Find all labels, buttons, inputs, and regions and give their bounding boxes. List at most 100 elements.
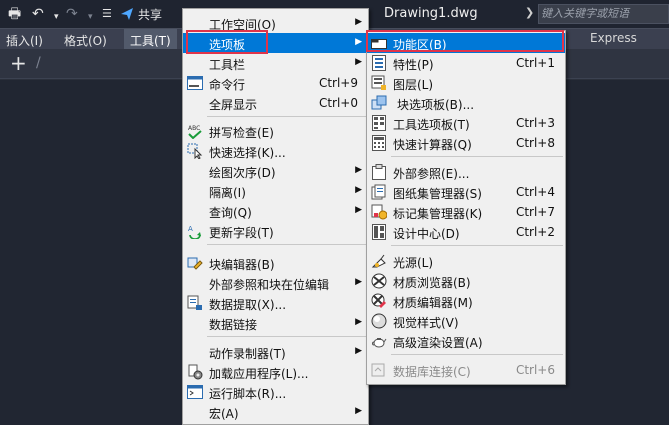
- menu-item-external-references[interactable]: 外部参照(E)...: [367, 162, 565, 182]
- menu-item-shortcut: Ctrl+1: [515, 56, 555, 70]
- menu-item-isolate[interactable]: 隔离(I) ▶: [183, 181, 368, 201]
- menu-item-markup-set-manager[interactable]: 标记集管理器(K) Ctrl+7: [367, 202, 565, 222]
- menu-item-data-links[interactable]: 数据链接 ▶: [183, 313, 368, 333]
- menu-item-label: 更新字段(T): [209, 226, 274, 240]
- menu-format[interactable]: 格式(O): [64, 32, 107, 49]
- menu-separator: [391, 245, 563, 246]
- menu-item-block-editor[interactable]: 块编辑器(B): [183, 253, 368, 273]
- menu-item-label: 运行脚本(R)...: [209, 387, 287, 401]
- menu-item-tool-palettes[interactable]: 工具选项板(T) Ctrl+3: [367, 113, 565, 133]
- menu-separator: [207, 116, 366, 117]
- menu-item-label: 数据库连接(C): [393, 365, 471, 379]
- menu-item-label: 数据提取(X)...: [209, 298, 287, 312]
- menu-item-quick-select[interactable]: 快速选择(K)...: [183, 141, 368, 161]
- menu-item-blocks-palette[interactable]: 块选项板(B)...: [367, 93, 565, 113]
- menu-insert[interactable]: 插入(I): [6, 32, 43, 49]
- quick-access-menu-icon[interactable]: ☰: [102, 6, 112, 22]
- submenu-arrow-icon: ▶: [355, 165, 362, 175]
- menu-item-label: 绘图次序(D): [209, 166, 276, 180]
- menu-item-visual-styles[interactable]: 视觉样式(V): [367, 311, 565, 331]
- svg-text:A: A: [188, 225, 193, 233]
- undo-dropdown-icon[interactable]: ▾: [54, 9, 59, 25]
- materials-browser-icon: [371, 273, 387, 289]
- visual-styles-icon: [371, 313, 387, 329]
- menu-item-label: 宏(A): [209, 407, 239, 421]
- chevron-right-icon[interactable]: ❯: [525, 6, 534, 19]
- menu-item-sheet-set-manager[interactable]: 图纸集管理器(S) Ctrl+4: [367, 182, 565, 202]
- menu-item-action-recorder[interactable]: 动作录制器(T) ▶: [183, 342, 368, 362]
- menu-item-run-script[interactable]: 运行脚本(R)...: [183, 382, 368, 402]
- undo-icon[interactable]: ↶: [32, 6, 44, 22]
- menu-item-label: 快速计算器(Q): [393, 138, 472, 152]
- menu-item-label: 数据链接: [209, 318, 258, 332]
- submenu-arrow-icon: ▶: [355, 317, 362, 327]
- menu-item-macro[interactable]: 宏(A) ▶: [183, 402, 368, 422]
- share-label: 共享: [138, 7, 163, 22]
- run-script-icon: [187, 384, 203, 400]
- quick-select-icon: [187, 143, 203, 159]
- search-input[interactable]: 键入关键字或短语: [538, 4, 669, 24]
- properties-icon: [371, 55, 387, 71]
- menu-item-label: 动作录制器(T): [209, 347, 286, 361]
- load-application-icon: [187, 364, 203, 380]
- submenu-arrow-icon: ▶: [355, 17, 362, 27]
- menu-item-label: 光源(L): [393, 256, 434, 270]
- menu-item-label: 标记集管理器(K): [393, 207, 483, 221]
- menu-item-spell-check[interactable]: ABC 拼写检查(E): [183, 121, 368, 141]
- menu-item-data-extraction[interactable]: 数据提取(X)...: [183, 293, 368, 313]
- submenu-arrow-icon: ▶: [355, 277, 362, 287]
- menu-item-materials-editor[interactable]: 材质编辑器(M): [367, 291, 565, 311]
- redo-dropdown-icon[interactable]: ▾: [88, 9, 93, 25]
- print-icon[interactable]: 🖶: [8, 6, 21, 22]
- menu-item-inquiry[interactable]: 查询(Q) ▶: [183, 201, 368, 221]
- markup-set-icon: [371, 204, 387, 220]
- menu-item-toolbars[interactable]: 工具栏 ▶: [183, 53, 368, 73]
- menu-item-design-center[interactable]: 设计中心(D) Ctrl+2: [367, 222, 565, 242]
- calculator-icon: [371, 135, 387, 151]
- menu-item-ribbon[interactable]: 功能区(B): [367, 33, 565, 53]
- spell-check-icon: ABC: [187, 123, 203, 139]
- submenu-arrow-icon: ▶: [355, 37, 362, 47]
- submenu-arrow-icon: ▶: [355, 205, 362, 215]
- menu-item-properties[interactable]: 特性(P) Ctrl+1: [367, 53, 565, 73]
- menu-item-draw-order[interactable]: 绘图次序(D) ▶: [183, 161, 368, 181]
- menu-item-command-line[interactable]: 命令行 Ctrl+9: [183, 73, 368, 93]
- menu-tools[interactable]: 工具(T): [124, 29, 177, 49]
- menu-item-lights[interactable]: 光源(L): [367, 251, 565, 271]
- design-center-icon: [371, 224, 387, 240]
- menu-item-update-fields[interactable]: A 更新字段(T): [183, 221, 368, 241]
- divider-slash: /: [36, 55, 41, 71]
- redo-icon[interactable]: ↷: [66, 6, 78, 22]
- tab-express[interactable]: Express: [590, 31, 637, 45]
- menu-item-fullscreen[interactable]: 全屏显示 Ctrl+0: [183, 93, 368, 113]
- menu-item-materials-browser[interactable]: 材质浏览器(B): [367, 271, 565, 291]
- menu-item-db-connect[interactable]: 数据库连接(C) Ctrl+6: [367, 360, 565, 380]
- menu-item-label: 全屏显示: [209, 98, 258, 112]
- menu-item-label: 设计中心(D): [393, 227, 460, 241]
- menu-item-label: 选项板: [209, 38, 246, 52]
- command-line-icon: [187, 75, 203, 91]
- menu-item-advanced-render[interactable]: 高级渲染设置(A): [367, 331, 565, 351]
- menu-item-workspace[interactable]: 工作空间(O) ▶: [183, 13, 368, 33]
- submenu-arrow-icon: ▶: [355, 57, 362, 67]
- plus-icon[interactable]: +: [10, 52, 27, 74]
- menu-item-xref-edit[interactable]: 外部参照和块在位编辑 ▶: [183, 273, 368, 293]
- menu-item-palettes[interactable]: 选项板 ▶: [183, 33, 368, 53]
- menu-item-load-application[interactable]: 加载应用程序(L)...: [183, 362, 368, 382]
- menu-item-label: 材质编辑器(M): [393, 296, 473, 310]
- menu-item-label: 功能区(B): [393, 38, 447, 52]
- database-icon: [371, 362, 387, 378]
- menu-item-shortcut: Ctrl+0: [318, 96, 358, 110]
- materials-editor-icon: [371, 293, 387, 309]
- menu-item-label: 视觉样式(V): [393, 316, 459, 330]
- share-button[interactable]: 共享: [120, 5, 162, 23]
- menu-item-label: 工具栏: [209, 58, 246, 72]
- menu-item-shortcut: Ctrl+4: [515, 185, 555, 199]
- menu-item-quickcalc[interactable]: 快速计算器(Q) Ctrl+8: [367, 133, 565, 153]
- menu-item-label: 外部参照(E)...: [393, 167, 470, 181]
- menu-item-label: 快速选择(K)...: [209, 146, 286, 160]
- share-icon: [121, 8, 133, 20]
- tool-palettes-icon: [371, 115, 387, 131]
- menu-item-layers[interactable]: 图层(L): [367, 73, 565, 93]
- teapot-icon: [371, 333, 387, 349]
